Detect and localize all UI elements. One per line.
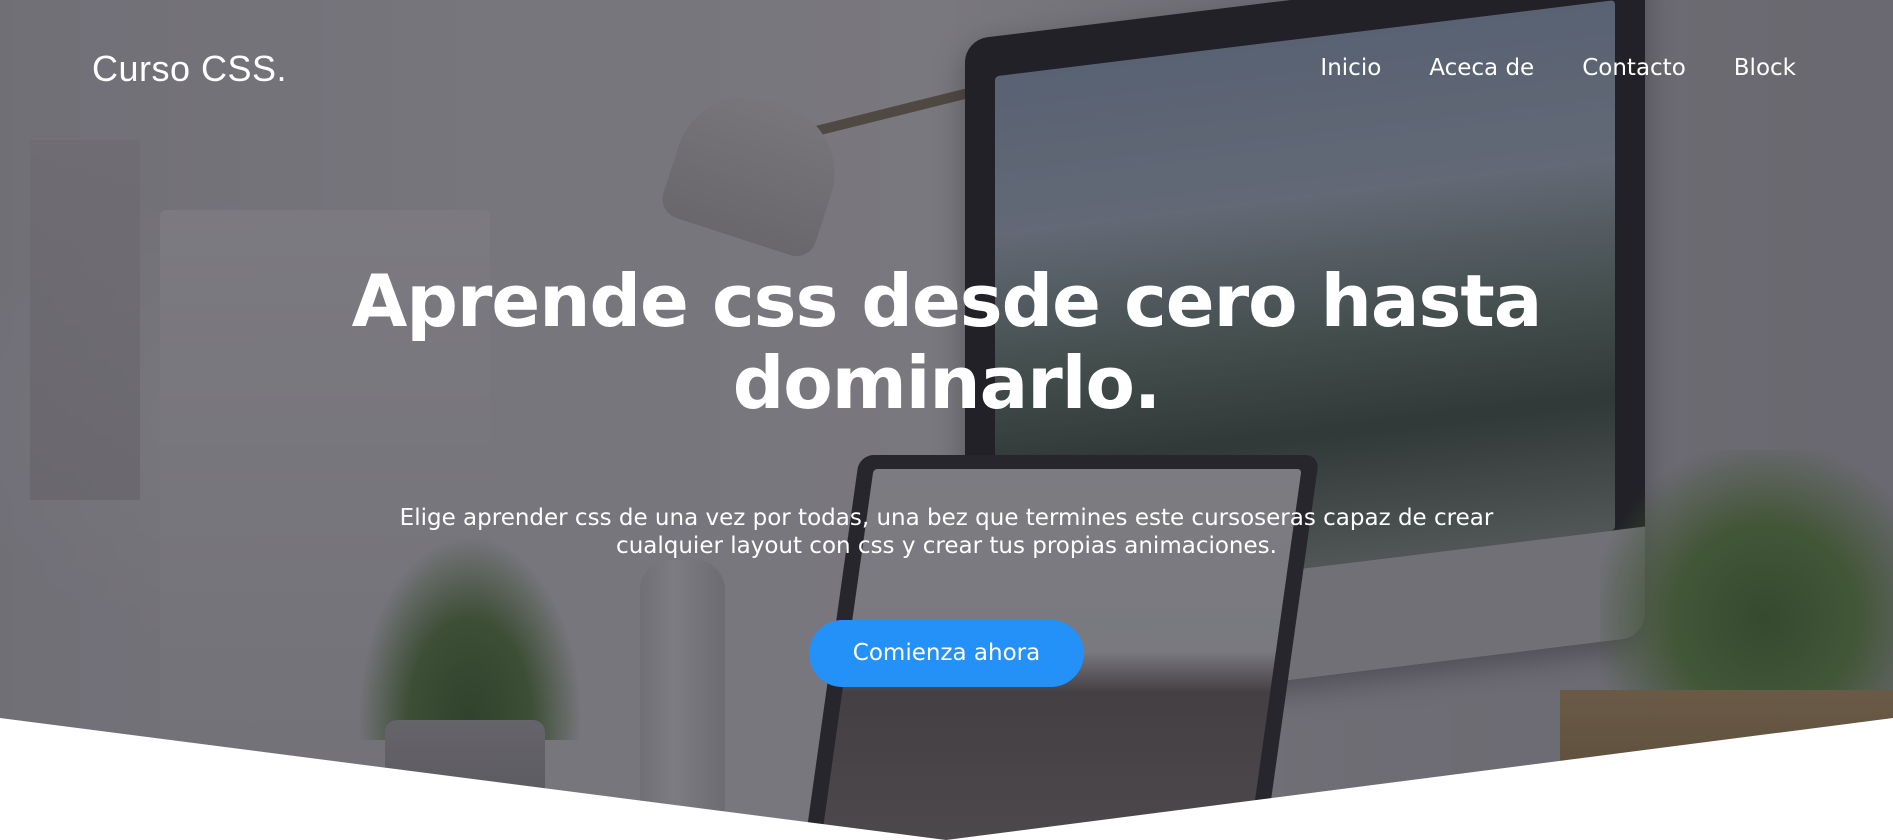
- nav-link-inicio[interactable]: Inicio: [1320, 55, 1381, 81]
- hero-subtitle: Elige aprender css de una vez por todas,…: [399, 505, 1494, 559]
- cta-button[interactable]: Comienza ahora: [808, 620, 1085, 687]
- hero-content: Aprende css desde cero hasta dominarlo. …: [0, 260, 1893, 687]
- site-header: Curso CSS. Inicio Aceca de Contacto Bloc…: [0, 0, 1893, 145]
- nav-link-aceca-de[interactable]: Aceca de: [1429, 55, 1534, 81]
- nav-link-contacto[interactable]: Contacto: [1582, 55, 1686, 81]
- nav-link-block[interactable]: Block: [1734, 55, 1796, 81]
- main-nav: Inicio Aceca de Contacto Block: [1320, 55, 1796, 81]
- site-logo[interactable]: Curso CSS.: [92, 48, 287, 90]
- hero-title: Aprende css desde cero hasta dominarlo.: [351, 259, 1543, 425]
- hero-section: Curso CSS. Inicio Aceca de Contacto Bloc…: [0, 0, 1893, 840]
